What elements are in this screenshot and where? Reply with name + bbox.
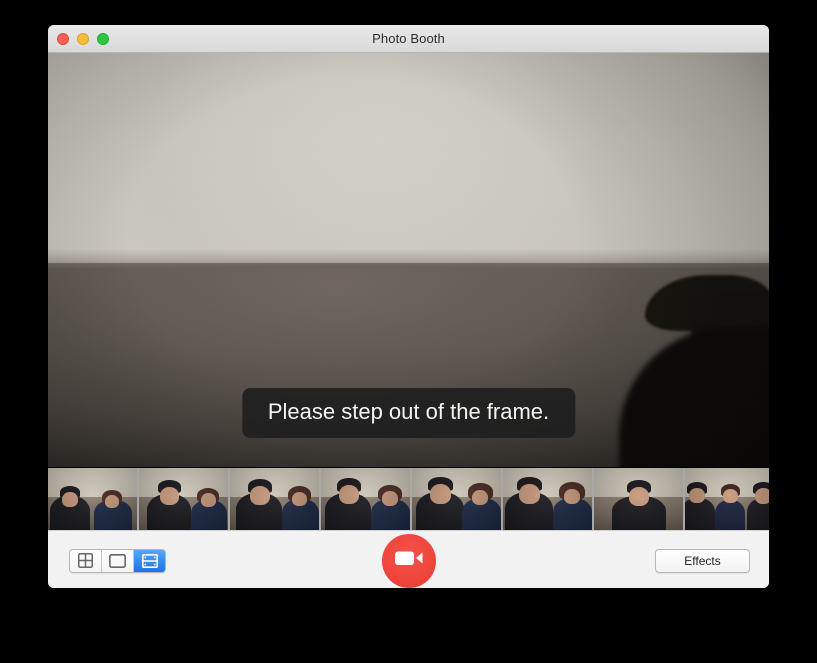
film-strip-icon [141, 553, 158, 568]
record-button[interactable] [381, 533, 436, 588]
minimize-button-icon[interactable] [77, 32, 89, 45]
mode-movie-button[interactable] [134, 549, 165, 572]
list-item[interactable] [139, 468, 228, 530]
thumb-shading [139, 468, 228, 530]
traffic-light-buttons [57, 32, 109, 45]
list-item[interactable] [685, 468, 769, 530]
list-item[interactable] [321, 468, 410, 530]
effects-button[interactable]: Effects [655, 548, 750, 573]
thumb-shading [321, 468, 410, 530]
list-item[interactable] [503, 468, 592, 530]
thumbnail-strip[interactable] [48, 467, 769, 530]
single-frame-icon [109, 553, 126, 568]
mode-four-up-button[interactable] [70, 549, 102, 572]
mode-selector[interactable] [69, 548, 166, 573]
thumb-shading [230, 468, 319, 530]
list-item[interactable] [594, 468, 683, 530]
mode-single-photo-button[interactable] [102, 549, 134, 572]
list-item[interactable] [230, 468, 319, 530]
video-camera-icon [394, 549, 423, 572]
thumb-shading [685, 468, 769, 530]
close-button-icon[interactable] [57, 32, 69, 45]
thumb-shading [48, 468, 137, 530]
status-banner: Please step out of the frame. [241, 388, 576, 438]
camera-preview[interactable]: Please step out of the frame. [48, 53, 769, 467]
thumb-shading [503, 468, 592, 530]
maximize-button-icon[interactable] [97, 32, 109, 45]
window-title: Photo Booth [372, 31, 445, 46]
list-item[interactable] [48, 468, 137, 530]
bottom-toolbar: Effects [48, 530, 769, 588]
thumb-shading [412, 468, 501, 530]
photo-booth-window: Photo Booth Please step out of the frame… [48, 25, 769, 588]
preview-upper-wall [48, 53, 769, 263]
thumb-shading [594, 468, 683, 530]
window-titlebar: Photo Booth [48, 25, 769, 53]
list-item[interactable] [412, 468, 501, 530]
grid-four-icon [78, 553, 93, 568]
